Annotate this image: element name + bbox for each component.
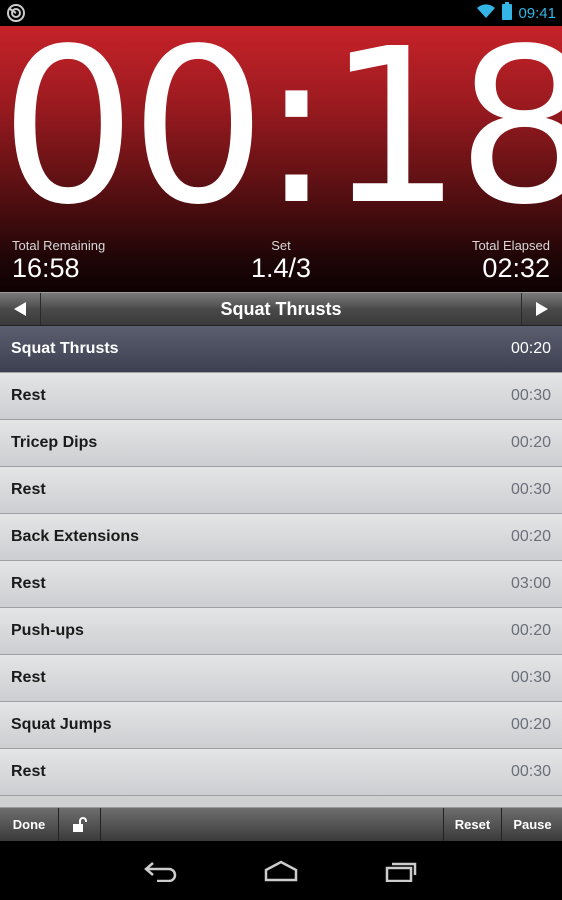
interval-duration: 00:30	[510, 763, 551, 780]
done-button[interactable]: Done	[0, 808, 59, 841]
interval-name: Back Extensions	[11, 528, 140, 545]
interval-name: Rest	[11, 481, 46, 498]
recent-apps-icon	[385, 862, 417, 882]
interval-row[interactable]: Back Extensions 00:20	[0, 514, 562, 561]
interval-name: Rest	[11, 669, 46, 686]
interval-name: Squat Jumps	[11, 716, 112, 733]
interval-name: Rest	[11, 763, 46, 780]
lock-toggle-button[interactable]	[59, 808, 101, 841]
interval-row[interactable]: Squat Jumps 00:20	[0, 702, 562, 749]
next-interval-button[interactable]	[521, 293, 562, 325]
interval-row[interactable]: Rest 00:30	[0, 749, 562, 796]
previous-interval-button[interactable]	[0, 293, 41, 325]
unlock-icon	[72, 816, 87, 832]
interval-row[interactable]: Rest 00:30	[0, 373, 562, 420]
interval-name: Squat Thrusts	[11, 340, 119, 357]
interval-list[interactable]: Squat Thrusts 00:20 Rest 00:30 Tricep Di…	[0, 326, 562, 807]
interval-row[interactable]: Rest 00:30	[0, 655, 562, 702]
interval-row[interactable]: Squat Thrusts 00:20	[0, 326, 562, 373]
interval-row[interactable]: Tricep Dips 00:20	[0, 420, 562, 467]
home-icon	[264, 860, 298, 882]
reset-button[interactable]: Reset	[443, 808, 502, 841]
interval-row[interactable]: Rest 00:30	[0, 467, 562, 514]
interval-duration: 00:20	[510, 340, 551, 357]
interval-duration: 00:30	[510, 669, 551, 686]
interval-name: Rest	[11, 387, 46, 404]
system-navigation-bar	[0, 841, 562, 900]
bottom-toolbar: Done Reset Pause	[0, 807, 562, 841]
interval-row[interactable]: Push-ups 00:20	[0, 608, 562, 655]
interval-duration: 00:30	[510, 481, 551, 498]
right-arrow-icon	[536, 302, 548, 316]
total-elapsed: Total Elapsed 02:32	[472, 238, 550, 283]
home-button[interactable]	[261, 857, 301, 885]
back-icon	[144, 862, 177, 882]
interval-duration: 00:20	[510, 622, 551, 639]
interval-name: Tricep Dips	[11, 434, 98, 451]
total-elapsed-label: Total Elapsed	[471, 238, 550, 253]
recent-apps-button[interactable]	[381, 857, 421, 885]
interval-duration: 00:30	[510, 387, 551, 404]
current-interval-timer: 00:18	[0, 3, 562, 252]
interval-name: Rest	[11, 575, 46, 592]
interval-duration: 00:20	[510, 434, 551, 451]
total-elapsed-value: 02:32	[482, 253, 550, 283]
current-interval-title: Squat Thrusts	[220, 299, 342, 319]
pause-button[interactable]: Pause	[503, 808, 562, 841]
interval-duration: 03:00	[510, 575, 551, 592]
left-arrow-icon	[14, 302, 26, 316]
interval-navigator: Squat Thrusts	[0, 292, 562, 326]
interval-name: Push-ups	[11, 622, 84, 639]
interval-duration: 00:20	[510, 528, 551, 545]
timer-panel: 00:18 Total Remaining 16:58 Set 1.4/3 To…	[0, 3, 562, 292]
interval-row[interactable]: Rest 03:00	[0, 561, 562, 608]
back-button[interactable]	[141, 857, 181, 885]
interval-duration: 00:20	[510, 716, 551, 733]
